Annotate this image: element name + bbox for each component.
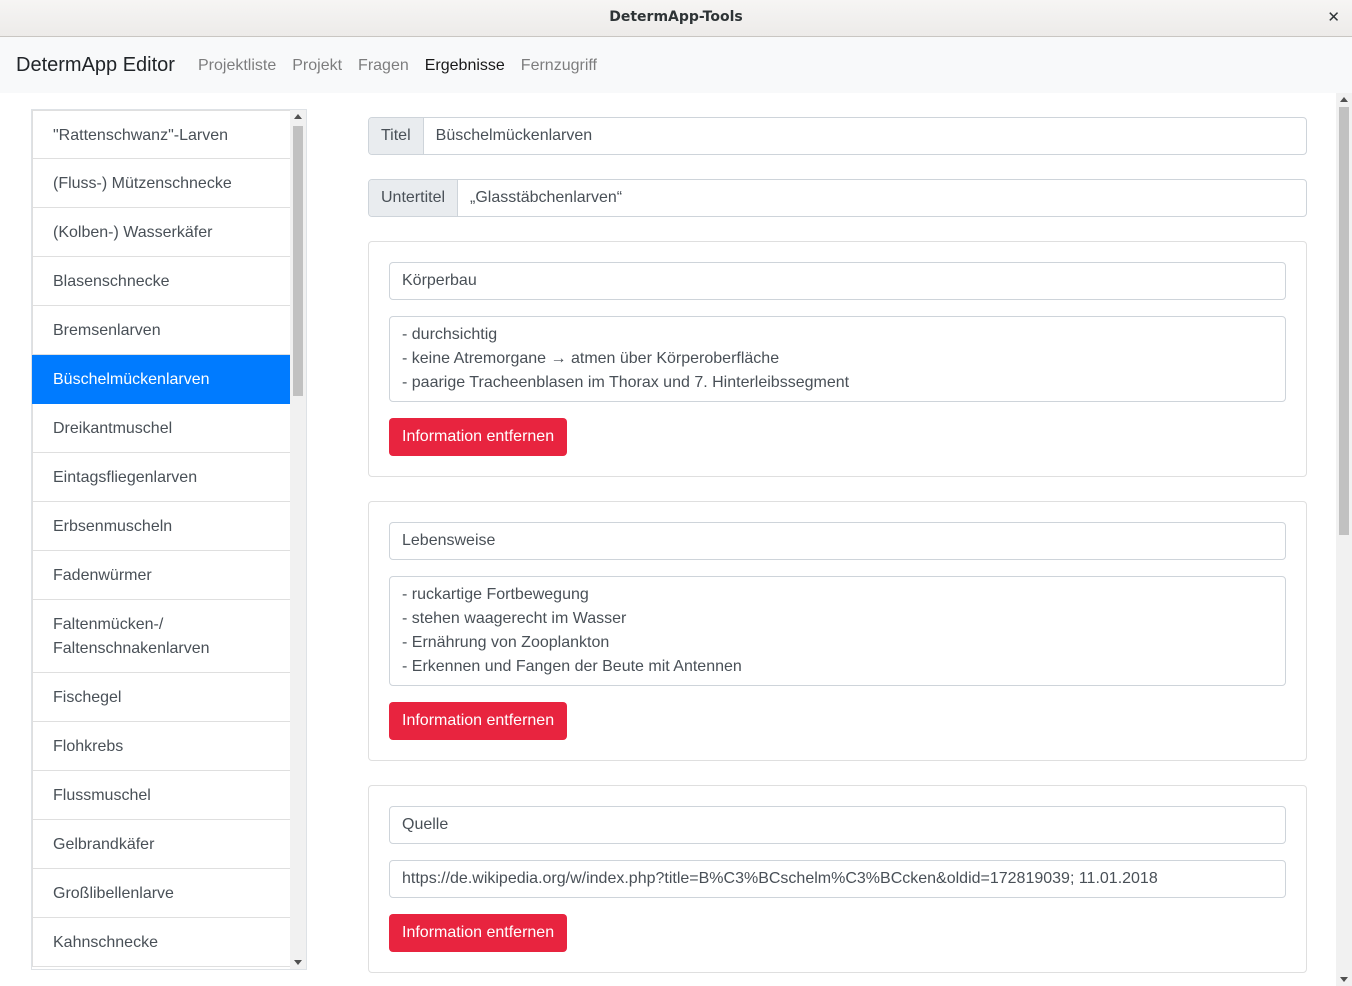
info-text-line: - ruckartige Fortbewegung	[402, 586, 589, 603]
list-item[interactable]: Kahnschnecke	[32, 918, 291, 967]
info-text-line: - Erkennen und Fangen der Beute mit Ante…	[402, 658, 742, 675]
list-item[interactable]: "Rattenschwanz"-Larven	[32, 110, 291, 159]
info-text-line: - Ernährung von Zooplankton	[402, 634, 610, 651]
scroll-down-arrow-icon[interactable]	[1340, 977, 1348, 982]
remove-info-button[interactable]: Information entfernen	[389, 914, 568, 952]
info-text-line: - durchsichtig	[402, 326, 498, 343]
list-item[interactable]: Faltenmücken-/ Faltenschnakenlarven	[32, 600, 291, 673]
nav-ergebnisse[interactable]: Ergebnisse	[425, 57, 505, 75]
subtitle-input-group: Untertitel „Glasstäbchenlarven“	[368, 179, 1307, 217]
list-item[interactable]: Flohkrebs	[32, 722, 291, 771]
main-scrollbar-thumb[interactable]	[1339, 107, 1349, 535]
info-heading-input[interactable]: Körperbau	[389, 262, 1286, 300]
info-card-lebensweise: Lebensweise - ruckartige Fortbewegung - …	[368, 501, 1307, 761]
list-item[interactable]: Flussmuschel	[32, 771, 291, 820]
list-item[interactable]: (Kolben-) Wasserkäfer	[32, 208, 291, 257]
scroll-down-arrow-icon[interactable]	[294, 960, 302, 965]
result-list: "Rattenschwanz"-Larven (Fluss-) Mützensc…	[31, 109, 307, 970]
nav-fragen[interactable]: Fragen	[358, 57, 409, 75]
nav-projektliste[interactable]: Projektliste	[198, 57, 276, 75]
list-item-label-line1: Faltenmücken-/	[53, 616, 164, 633]
subtitle-label: Untertitel	[369, 180, 459, 216]
list-item[interactable]: Dreikantmuschel	[32, 404, 291, 453]
close-icon[interactable]: ✕	[1327, 8, 1340, 26]
list-item-selected[interactable]: Büschelmückenlarven	[32, 355, 291, 404]
list-item[interactable]: (Fluss-) Mützenschnecke	[32, 159, 291, 208]
scroll-up-arrow-icon[interactable]	[294, 114, 302, 119]
info-card-quelle: Quelle https://de.wikipedia.org/w/index.…	[368, 785, 1307, 973]
list-item[interactable]: Fadenwürmer	[32, 551, 291, 600]
info-text-line: - paarige Tracheenblasen im Thorax und 7…	[402, 374, 850, 391]
info-heading-input[interactable]: Quelle	[389, 806, 1286, 844]
remove-info-button[interactable]: Information entfernen	[389, 702, 568, 740]
list-item[interactable]: Fischegel	[32, 673, 291, 722]
info-text-input[interactable]: https://de.wikipedia.org/w/index.php?tit…	[389, 860, 1286, 898]
title-label: Titel	[369, 118, 424, 154]
list-item-label-line2: Faltenschnakenlarven	[53, 640, 210, 657]
scroll-up-arrow-icon[interactable]	[1340, 97, 1348, 102]
remove-info-button[interactable]: Information entfernen	[389, 418, 568, 456]
info-text-area[interactable]: - ruckartige Fortbewegung - stehen waage…	[389, 576, 1286, 686]
list-scrollbar[interactable]	[290, 110, 306, 969]
info-heading-input[interactable]: Lebensweise	[389, 522, 1286, 560]
info-text-line: - keine Atremorgane → atmen über Körpero…	[402, 350, 780, 367]
title-input-group: Titel Büschelmückenlarven	[368, 117, 1307, 155]
app-brand[interactable]: DetermApp Editor	[16, 54, 175, 77]
list-item[interactable]: Eintagsfliegenlarven	[32, 453, 291, 502]
list-item[interactable]: Erbsenmuscheln	[32, 502, 291, 551]
title-input[interactable]: Büschelmückenlarven	[424, 118, 1306, 154]
info-card-koerperbau: Körperbau - durchsichtig - keine Atremor…	[368, 241, 1307, 477]
subtitle-input[interactable]: „Glasstäbchenlarven“	[458, 180, 1306, 216]
list-item[interactable]: Bremsenlarven	[32, 306, 291, 355]
main-scrollbar[interactable]	[1336, 93, 1352, 986]
window-title: DetermApp-Tools	[609, 9, 743, 25]
info-text-area[interactable]: - durchsichtig - keine Atremorgane → atm…	[389, 316, 1286, 402]
result-list-items: "Rattenschwanz"-Larven (Fluss-) Mützensc…	[32, 110, 291, 967]
nav-projekt[interactable]: Projekt	[292, 57, 342, 75]
nav-fernzugriff[interactable]: Fernzugriff	[521, 57, 597, 75]
list-item[interactable]: Gelbrandkäfer	[32, 820, 291, 869]
window-titlebar: DetermApp-Tools ✕	[0, 0, 1352, 37]
navbar: DetermApp Editor Projektliste Projekt Fr…	[0, 37, 1352, 93]
list-scrollbar-thumb[interactable]	[293, 126, 303, 396]
list-item[interactable]: Blasenschnecke	[32, 257, 291, 306]
list-item[interactable]: Großlibellenlarve	[32, 869, 291, 918]
main-nav: Projektliste Projekt Fragen Ergebnisse F…	[198, 57, 613, 75]
info-text-line: - stehen waagerecht im Wasser	[402, 610, 627, 627]
